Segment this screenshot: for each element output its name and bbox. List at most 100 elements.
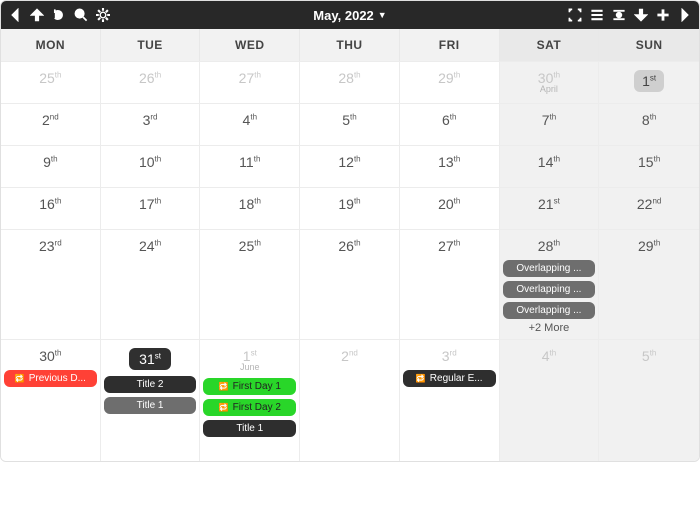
day-number: 16th [4, 192, 97, 212]
up-icon[interactable] [29, 7, 45, 23]
day-number: 27th [403, 234, 496, 254]
day-number: 18th [203, 192, 296, 212]
event-label: Overlapping ... [516, 284, 581, 295]
day-cell[interactable]: 5th [300, 103, 400, 145]
day-number: 25th [203, 234, 296, 254]
day-cell[interactable]: 2nd [1, 103, 101, 145]
day-number: 10th [104, 150, 197, 170]
event-chip[interactable]: Overlapping ... [503, 281, 596, 298]
event-list: Title 2 Title 1 [104, 376, 197, 414]
event-chip[interactable]: 🔁First Day 2 [203, 399, 296, 416]
day-cell[interactable]: 21st [500, 187, 600, 229]
day-cell[interactable]: 1stJune🔁First Day 1🔁First Day 2Title 1 [200, 339, 300, 461]
fullscreen-icon[interactable] [567, 7, 583, 23]
day-number: 19th [303, 192, 396, 212]
day-cell[interactable]: 3rd🔁Regular E... [400, 339, 500, 461]
day-cell[interactable]: 29th [400, 61, 500, 103]
more-events[interactable]: +2 More [503, 322, 596, 334]
day-number: 14th [503, 150, 596, 170]
day-number: 25th [4, 66, 97, 86]
event-label: Overlapping ... [516, 263, 581, 274]
gear-icon[interactable] [95, 7, 111, 23]
day-number: 26th [303, 234, 396, 254]
prev-icon[interactable] [7, 7, 23, 23]
event-chip[interactable]: 🔁Regular E... [403, 370, 496, 387]
down-icon[interactable] [633, 7, 649, 23]
repeat-icon: 🔁 [15, 374, 25, 383]
day-cell[interactable]: 26th [101, 61, 201, 103]
day-cell[interactable]: 16th [1, 187, 101, 229]
day-cell[interactable]: 4th [500, 339, 600, 461]
day-cell[interactable]: 23rd [1, 229, 101, 339]
day-cell[interactable]: 29th [599, 229, 699, 339]
day-cell[interactable]: 1st [599, 61, 699, 103]
target-icon[interactable] [611, 7, 627, 23]
event-list: 🔁First Day 1 🔁First Day 2 Title 1 [203, 378, 296, 437]
toolbar: May, 2022 ▼ [1, 1, 699, 29]
event-list: Overlapping ... Overlapping ... Overlappin… [503, 260, 596, 319]
day-cell[interactable]: 22nd [599, 187, 699, 229]
day-cell[interactable]: 24th [101, 229, 201, 339]
day-cell[interactable]: 17th [101, 187, 201, 229]
day-number: 20th [403, 192, 496, 212]
search-icon[interactable] [73, 7, 89, 23]
calendar: May, 2022 ▼ MONTUEWEDTHUFRISATSUN 25th26… [0, 0, 700, 462]
day-cell[interactable]: 26th [300, 229, 400, 339]
day-cell[interactable]: 27th [400, 229, 500, 339]
day-cell[interactable]: 4th [200, 103, 300, 145]
repeat-icon[interactable] [51, 7, 67, 23]
day-number: 31st [104, 344, 197, 370]
event-chip[interactable]: 🔁First Day 1 [203, 378, 296, 395]
day-number: 27th [203, 66, 296, 86]
day-cell[interactable]: 28th [300, 61, 400, 103]
next-icon[interactable] [677, 7, 693, 23]
day-number: 3rd [104, 108, 197, 128]
title-button[interactable]: May, 2022 ▼ [313, 8, 386, 23]
day-cell[interactable]: 14th [500, 145, 600, 187]
day-cell[interactable]: 30thApril [500, 61, 600, 103]
day-cell[interactable]: 8th [599, 103, 699, 145]
event-list: 🔁Previous D... [4, 370, 97, 387]
day-cell[interactable]: 3rd [101, 103, 201, 145]
event-chip[interactable]: Title 2 [104, 376, 197, 393]
event-chip[interactable]: Overlapping ... [503, 260, 596, 277]
event-chip[interactable]: Title 1 [203, 420, 296, 437]
day-cell[interactable]: 19th [300, 187, 400, 229]
day-cell[interactable]: 18th [200, 187, 300, 229]
day-cell[interactable]: 6th [400, 103, 500, 145]
event-label: Title 2 [137, 379, 164, 390]
day-cell[interactable]: 20th [400, 187, 500, 229]
plus-icon[interactable] [655, 7, 671, 23]
menu-icon[interactable] [589, 7, 605, 23]
day-number: 30th [4, 344, 97, 364]
day-cell[interactable]: 28thOverlapping ...Overlapping ...Overla… [500, 229, 600, 339]
day-cell[interactable]: 15th [599, 145, 699, 187]
event-chip[interactable]: 🔁Previous D... [4, 370, 97, 387]
day-cell[interactable]: 2nd [300, 339, 400, 461]
event-chip[interactable]: Overlapping ... [503, 302, 596, 319]
month-label: June [203, 362, 296, 372]
repeat-icon: 🔁 [416, 374, 426, 383]
day-cell[interactable]: 13th [400, 145, 500, 187]
day-cell[interactable]: 25th [1, 61, 101, 103]
day-cell[interactable]: 5th [599, 339, 699, 461]
day-number: 5th [602, 344, 696, 364]
day-cell[interactable]: 30th 🔁Previous D... [1, 339, 101, 461]
day-cell[interactable]: 27th [200, 61, 300, 103]
day-cell[interactable]: 11th [200, 145, 300, 187]
toolbar-right [567, 7, 693, 23]
toolbar-left [7, 7, 111, 23]
day-cell[interactable]: 10th [101, 145, 201, 187]
day-cell[interactable]: 9th [1, 145, 101, 187]
weekday-label: SUN [599, 29, 699, 61]
day-cell[interactable]: 12th [300, 145, 400, 187]
month-label: April [503, 84, 596, 94]
day-number: 7th [503, 108, 596, 128]
day-number: 26th [104, 66, 197, 86]
day-number: 23rd [4, 234, 97, 254]
day-cell[interactable]: 31st Title 2 Title 1 [101, 339, 201, 461]
day-cell[interactable]: 25th [200, 229, 300, 339]
day-number: 28th [303, 66, 396, 86]
event-chip[interactable]: Title 1 [104, 397, 197, 414]
day-cell[interactable]: 7th [500, 103, 600, 145]
